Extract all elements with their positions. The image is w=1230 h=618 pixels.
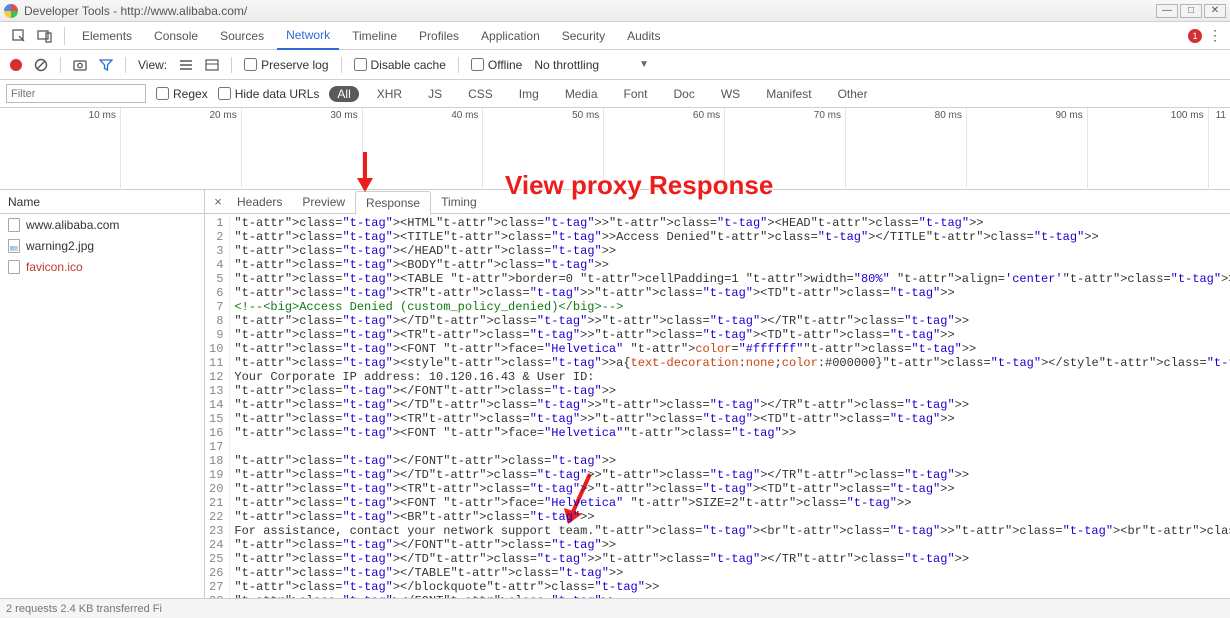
- hide-data-urls-checkbox[interactable]: Hide data URLs: [218, 87, 320, 101]
- capture-screenshot-icon[interactable]: [73, 58, 87, 72]
- window-title-bar: Developer Tools - http://www.alibaba.com…: [0, 0, 1230, 22]
- overview-icon[interactable]: [205, 58, 219, 72]
- detail-tab-timing[interactable]: Timing: [431, 190, 487, 214]
- record-button[interactable]: [10, 59, 22, 71]
- inspect-element-icon[interactable]: [8, 27, 30, 45]
- filter-type-font[interactable]: Font: [616, 86, 656, 102]
- tab-timeline[interactable]: Timeline: [343, 22, 406, 50]
- tab-audits[interactable]: Audits: [618, 22, 669, 50]
- detail-panel: × Headers Preview Response Timing View p…: [205, 190, 1230, 598]
- disable-cache-checkbox[interactable]: Disable cache: [354, 58, 446, 72]
- request-name: www.alibaba.com: [26, 218, 119, 232]
- minimize-button[interactable]: —: [1156, 4, 1178, 18]
- device-toolbar-icon[interactable]: [34, 27, 56, 45]
- large-rows-icon[interactable]: [179, 58, 193, 72]
- filter-type-ws[interactable]: WS: [713, 86, 748, 102]
- regex-checkbox[interactable]: Regex: [156, 87, 208, 101]
- filter-input[interactable]: [6, 84, 146, 103]
- tab-sources[interactable]: Sources: [211, 22, 273, 50]
- request-row[interactable]: favicon.ico: [0, 256, 204, 277]
- tab-profiles[interactable]: Profiles: [410, 22, 468, 50]
- error-count-badge[interactable]: 1: [1188, 29, 1202, 43]
- filter-type-other[interactable]: Other: [830, 86, 876, 102]
- tab-network[interactable]: Network: [277, 22, 339, 50]
- requests-panel: Name www.alibaba.com warning2.jpg favico…: [0, 190, 205, 598]
- detail-tab-headers[interactable]: Headers: [227, 190, 292, 214]
- network-toolbar: View: Preserve log Disable cache Offline…: [0, 50, 1230, 80]
- timeline-overview[interactable]: 10 ms 20 ms 30 ms 40 ms 50 ms 60 ms 70 m…: [0, 108, 1230, 190]
- line-gutter: 1 2 3 4 5 6 7 8 9 10 11 12 13 14 15 16 1…: [205, 214, 230, 598]
- filter-bar: Regex Hide data URLs All XHR JS CSS Img …: [0, 80, 1230, 108]
- filter-type-all[interactable]: All: [329, 86, 358, 102]
- filter-type-img[interactable]: Img: [511, 86, 547, 102]
- image-icon: [8, 239, 20, 253]
- offline-checkbox[interactable]: Offline: [471, 58, 522, 72]
- tab-elements[interactable]: Elements: [73, 22, 141, 50]
- window-title: Developer Tools - http://www.alibaba.com…: [24, 4, 247, 18]
- workspace: Name www.alibaba.com warning2.jpg favico…: [0, 190, 1230, 598]
- requests-header[interactable]: Name: [0, 190, 204, 214]
- document-icon: [8, 218, 20, 232]
- main-tab-bar: Elements Console Sources Network Timelin…: [0, 22, 1230, 50]
- tab-console[interactable]: Console: [145, 22, 207, 50]
- code-content: "t-attr">class="t-tag"><HTML"t-attr">cla…: [230, 214, 1230, 598]
- request-row[interactable]: warning2.jpg: [0, 235, 204, 256]
- close-detail-icon[interactable]: ×: [209, 194, 227, 209]
- chrome-icon: [4, 4, 18, 18]
- status-text: 2 requests 2.4 KB transferred Fi: [6, 603, 162, 615]
- preserve-log-checkbox[interactable]: Preserve log: [244, 58, 328, 72]
- tab-security[interactable]: Security: [553, 22, 614, 50]
- request-name: warning2.jpg: [26, 239, 94, 253]
- more-menu-icon[interactable]: ⋮: [1208, 27, 1222, 44]
- detail-tab-preview[interactable]: Preview: [292, 190, 355, 214]
- detail-tab-response[interactable]: Response: [355, 191, 431, 215]
- request-name: favicon.ico: [26, 260, 83, 274]
- throttling-select[interactable]: No throttling▼: [534, 58, 649, 72]
- view-label: View:: [138, 58, 167, 72]
- close-button[interactable]: ✕: [1204, 4, 1226, 18]
- filter-type-js[interactable]: JS: [420, 86, 450, 102]
- filter-type-manifest[interactable]: Manifest: [758, 86, 819, 102]
- tab-application[interactable]: Application: [472, 22, 549, 50]
- detail-tabs: × Headers Preview Response Timing: [205, 190, 1230, 214]
- filter-type-media[interactable]: Media: [557, 86, 606, 102]
- filter-type-css[interactable]: CSS: [460, 86, 501, 102]
- status-bar: 2 requests 2.4 KB transferred Fi: [0, 598, 1230, 618]
- filter-type-doc[interactable]: Doc: [666, 86, 703, 102]
- filter-type-xhr[interactable]: XHR: [369, 86, 410, 102]
- request-row[interactable]: www.alibaba.com: [0, 214, 204, 235]
- document-icon: [8, 260, 20, 274]
- filter-icon[interactable]: [99, 58, 113, 72]
- clear-icon[interactable]: [34, 58, 48, 72]
- maximize-button[interactable]: □: [1180, 4, 1202, 18]
- response-code-view[interactable]: 1 2 3 4 5 6 7 8 9 10 11 12 13 14 15 16 1…: [205, 214, 1230, 598]
